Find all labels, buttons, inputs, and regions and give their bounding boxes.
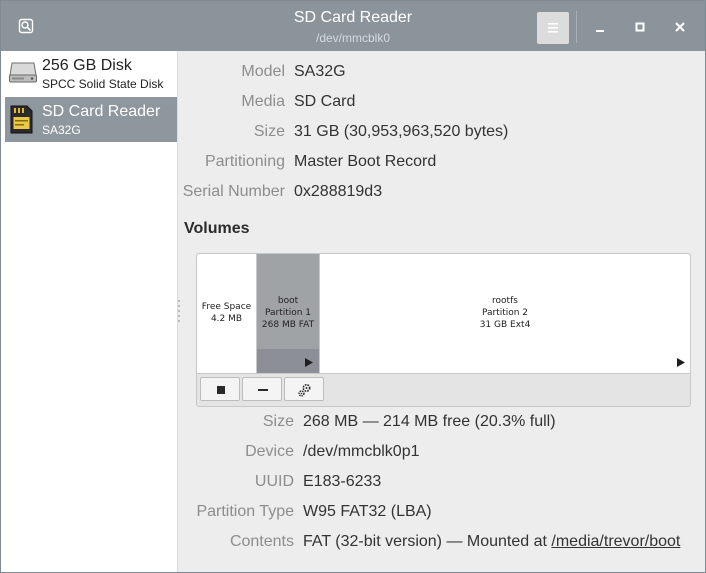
stop-icon [217,386,225,394]
serial-label: Serial Number [182,183,285,200]
segment-line: Partition 2 [481,308,529,318]
contents-text: FAT (32-bit version) — Mounted at [303,533,552,550]
drive-size-row: Size 31 GB (30,953,963,520 bytes) [178,122,705,142]
delete-partition-button[interactable] [242,377,282,401]
device-value: /dev/mmcblk0p1 [303,443,420,460]
minimize-button[interactable] [587,14,613,40]
media-label: Media [241,93,285,110]
drive-details-panel: Model SA32G Media SD Card Size 31 GB (30… [178,51,705,572]
titlebar-separator [576,11,577,43]
sidebar-item-label: 256 GB Disk [42,57,132,74]
sidebar-item-256gb-disk[interactable]: 256 GB Disk SPCC Solid State Disk [5,51,177,96]
close-button[interactable] [667,14,693,40]
minus-icon [258,389,268,391]
drive-list-sidebar: 256 GB Disk SPCC Solid State Disk SD Car… [1,51,178,572]
device-label: Device [245,443,294,460]
maximize-button[interactable] [627,14,653,40]
titlebar[interactable]: SD Card Reader /dev/mmcblk0 [1,1,705,51]
segment-line: boot [277,296,299,306]
device-row: Device /dev/mmcblk0p1 [178,442,705,462]
partition-map: Free Space 4.2 MB boot Partition 1 268 M… [197,254,690,374]
partition-type-label: Partition Type [196,503,294,520]
sidebar-item-sd-card-reader[interactable]: SD Card Reader SA32G [5,97,177,142]
hamburger-icon [548,23,558,33]
play-icon [677,358,685,367]
media-value: SD Card [294,93,356,110]
segment-rootfs-partition[interactable]: rootfs Partition 2 31 GB Ext4 [320,254,690,373]
drive-size-value: 31 GB (30,953,963,520 bytes) [294,123,509,140]
sidebar-item-sublabel: SPCC Solid State Disk [42,77,164,91]
uuid-row: UUID E183-6233 [178,472,705,492]
window-subtitle: /dev/mmcblk0 [315,31,391,45]
title-block: SD Card Reader /dev/mmcblk0 [151,8,555,46]
partition-options-button[interactable] [284,377,324,401]
partitioning-row: Partitioning Master Boot Record [178,152,705,172]
window-title: SD Card Reader [293,9,413,26]
partition-type-row: Partition Type W95 FAT32 (LBA) [178,502,705,522]
segment-boot-partition[interactable]: boot Partition 1 268 MB FAT [257,254,320,373]
partition-size-value: 268 MB — 214 MB free (20.3% full) [303,413,556,430]
sidebar-item-sublabel: SA32G [42,123,81,137]
disks-app-icon [18,18,34,34]
model-value: SA32G [294,63,346,80]
segment-free-space[interactable]: Free Space 4.2 MB [197,254,257,373]
uuid-label: UUID [254,473,294,490]
volumes-graphic: Free Space 4.2 MB boot Partition 1 268 M… [196,253,691,407]
gears-icon [298,384,311,397]
mount-point-link[interactable]: /media/trevor/boot [551,533,680,550]
drive-menu-button[interactable] [537,12,569,44]
media-row: Media SD Card [178,92,705,112]
model-label: Model [241,63,285,80]
contents-label: Contents [229,533,294,550]
partition-type-value: W95 FAT32 (LBA) [303,503,432,520]
serial-row: Serial Number 0x288819d3 [178,182,705,202]
play-icon [305,358,313,367]
serial-value: 0x288819d3 [294,183,383,200]
segment-line: 4.2 MB [210,314,243,324]
model-row: Model SA32G [178,62,705,82]
partition-size-row: Size 268 MB — 214 MB free (20.3% full) [178,412,705,432]
partition-size-label: Size [262,413,294,430]
segment-line: rootfs [492,296,518,306]
pane-resize-grip[interactable] [178,299,180,323]
hard-disk-icon [8,59,38,90]
contents-row: Contents FAT (32-bit version) — Mounted … [178,532,705,552]
segment-line: Free Space [201,302,252,312]
sidebar-item-label: SD Card Reader [42,103,161,120]
segment-line: 268 MB FAT [261,320,315,330]
volumes-heading: Volumes [184,220,250,237]
minimize-icon [596,30,604,32]
partitioning-value: Master Boot Record [294,153,437,170]
partitioning-label: Partitioning [204,153,285,170]
unmount-button[interactable] [200,377,240,401]
contents-value: FAT (32-bit version) — Mounted at /media… [303,532,680,552]
disks-window: SD Card Reader /dev/mmcblk0 256 GB Disk … [0,0,706,573]
segment-line: Partition 1 [264,308,312,318]
segment-line: 31 GB Ext4 [479,320,531,330]
maximize-icon [635,22,645,32]
sd-card-icon [8,105,34,140]
uuid-value: E183-6233 [303,473,382,490]
close-icon [675,22,685,32]
drive-size-label: Size [253,123,285,140]
